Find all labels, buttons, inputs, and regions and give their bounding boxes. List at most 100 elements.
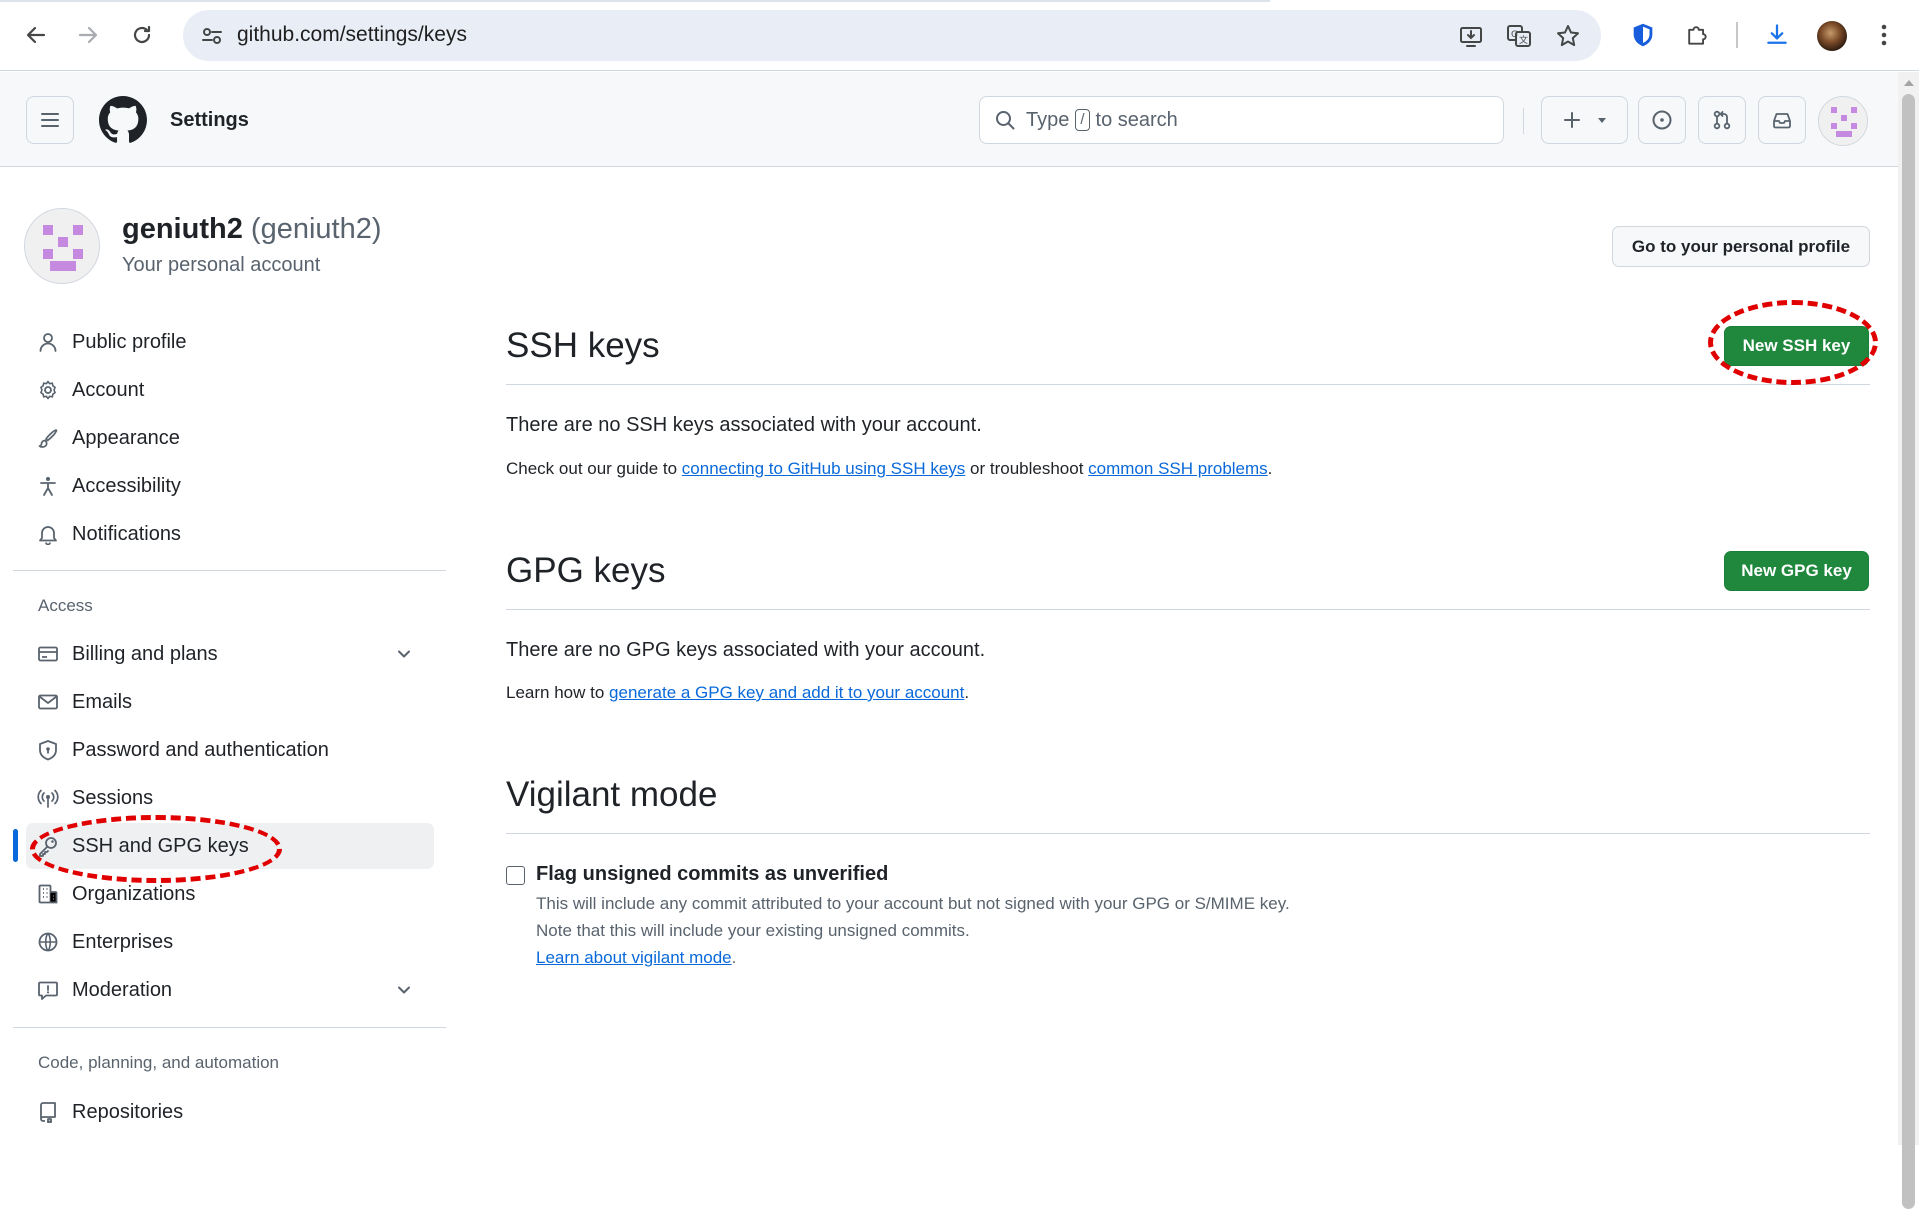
new-gpg-key-button[interactable]: New GPG key — [1724, 551, 1869, 591]
sidebar-item-label: Repositories — [72, 1100, 184, 1123]
browser-menu-icon[interactable] — [1872, 20, 1896, 50]
person-icon — [36, 330, 60, 354]
sidebar-item-enterprises[interactable]: Enterprises — [26, 919, 434, 965]
create-new-button[interactable] — [1541, 96, 1628, 144]
gear-icon — [36, 378, 60, 402]
active-item-indicator — [13, 829, 18, 862]
sidebar-item-billing[interactable]: Billing and plans — [26, 631, 434, 677]
new-ssh-key-button[interactable]: New SSH key — [1724, 326, 1869, 366]
plus-icon — [1563, 112, 1580, 128]
github-header: Settings Type / to search — [0, 72, 1898, 167]
translate-icon[interactable]: G文 — [1506, 23, 1532, 49]
forward-button[interactable] — [70, 17, 106, 53]
bookmark-star-icon[interactable] — [1555, 23, 1581, 49]
identicon-avatar — [1819, 97, 1867, 145]
shield-lock-icon — [36, 738, 60, 762]
globe-icon — [36, 930, 60, 954]
accessibility-icon — [36, 474, 60, 498]
address-bar[interactable]: github.com/settings/keys G文 — [183, 10, 1601, 61]
credit-card-icon — [36, 642, 60, 666]
github-mark-icon[interactable] — [99, 96, 147, 144]
sidebar-item-public-profile[interactable]: Public profile — [26, 319, 434, 365]
ssh-connect-guide-link[interactable]: connecting to GitHub using SSH keys — [682, 459, 965, 478]
ssh-guide-middle: or troubleshoot — [970, 459, 1084, 478]
sidebar-divider — [13, 1027, 446, 1028]
install-app-icon[interactable] — [1458, 23, 1484, 49]
vigilant-learn-suffix: . — [731, 948, 737, 967]
sidebar-item-label: Account — [72, 378, 145, 401]
search-shortcut-key: / — [1075, 109, 1090, 131]
sidebar-item-label: Public profile — [72, 330, 187, 353]
vigilant-note-1: This will include any commit attributed … — [536, 894, 1290, 913]
scrollbar-thumb[interactable] — [1902, 94, 1915, 1209]
browser-toolbar: github.com/settings/keys G文 — [0, 0, 1919, 71]
mail-icon — [36, 690, 60, 714]
toolbar-separator — [1736, 22, 1738, 48]
inbox-button[interactable] — [1758, 96, 1806, 144]
hamburger-menu-icon — [41, 113, 59, 127]
account-name: geniuth2 (geniuth2) — [122, 213, 382, 246]
section-divider — [506, 384, 1870, 385]
sidebar-item-organizations[interactable]: Organizations — [26, 871, 434, 917]
key-icon — [36, 834, 60, 858]
back-arrow-icon — [26, 26, 46, 44]
bitwarden-extension-icon[interactable] — [1628, 20, 1658, 50]
sidebar-item-emails[interactable]: Emails — [26, 679, 434, 725]
vigilant-note-2: Note that this will include your existin… — [536, 921, 970, 940]
ssh-problems-link[interactable]: common SSH problems — [1088, 459, 1268, 478]
paintbrush-icon — [36, 426, 60, 450]
gpg-empty-message: There are no GPG keys associated with yo… — [506, 639, 986, 661]
ssh-guide-suffix: . — [1267, 459, 1273, 478]
gpg-generate-guide-link[interactable]: generate a GPG key and add it to your ac… — [609, 683, 964, 702]
user-avatar-button[interactable] — [1818, 96, 1868, 146]
issues-button[interactable] — [1638, 96, 1686, 144]
open-global-nav-button[interactable] — [26, 96, 74, 144]
sidebar-item-password-authentication[interactable]: Password and authentication — [26, 727, 434, 773]
account-avatar[interactable] — [24, 208, 100, 284]
sidebar-item-label: Organizations — [72, 882, 196, 905]
back-button[interactable] — [18, 17, 54, 53]
vigilant-learn-text: Learn about vigilant mode. — [536, 948, 736, 968]
sidebar-item-ssh-gpg-keys[interactable]: SSH and GPG keys — [26, 823, 434, 869]
sidebar-item-appearance[interactable]: Appearance — [26, 415, 434, 461]
site-settings-icon[interactable] — [199, 23, 225, 49]
ssh-guide-prefix: Check out our guide to — [506, 459, 678, 478]
account-subtitle: Your personal account — [122, 254, 321, 276]
ssh-keys-heading: SSH keys — [506, 326, 660, 365]
sidebar-item-label: Password and authentication — [72, 738, 329, 761]
sidebar-item-label: Moderation — [72, 978, 173, 1001]
downloads-icon[interactable] — [1762, 20, 1792, 50]
account-login: (geniuth2) — [250, 213, 382, 245]
sidebar-item-notifications[interactable]: Notifications — [26, 511, 434, 557]
sidebar-item-account[interactable]: Account — [26, 367, 434, 413]
account-display-name[interactable]: geniuth2 — [122, 213, 243, 245]
page-context-title[interactable]: Settings — [170, 109, 249, 132]
reload-button[interactable] — [124, 17, 160, 53]
chevron-down-icon[interactable] — [394, 980, 414, 1000]
extensions-puzzle-icon[interactable] — [1682, 20, 1712, 50]
header-separator — [1523, 108, 1524, 134]
scroll-up-arrow-icon[interactable] — [1904, 80, 1914, 86]
repo-icon — [36, 1100, 60, 1124]
vigilant-mode-link[interactable]: Learn about vigilant mode — [536, 948, 732, 967]
search-input[interactable]: Type / to search — [979, 96, 1504, 144]
flag-unsigned-commits-label[interactable]: Flag unsigned commits as unverified — [536, 863, 888, 886]
browser-profile-avatar[interactable] — [1817, 21, 1847, 51]
svg-text:文: 文 — [1519, 34, 1528, 46]
sidebar-divider — [13, 570, 446, 571]
sidebar-item-label: SSH and GPG keys — [72, 834, 249, 857]
page-scrollbar[interactable] — [1898, 72, 1919, 1209]
forward-arrow-icon — [78, 26, 98, 44]
sidebar-item-repositories[interactable]: Repositories — [26, 1089, 434, 1135]
go-to-profile-button[interactable]: Go to your personal profile — [1612, 226, 1870, 267]
sidebar-item-label: Accessibility — [72, 474, 181, 497]
chevron-down-icon[interactable] — [394, 644, 414, 664]
sidebar-item-label: Emails — [72, 690, 133, 713]
pull-requests-button[interactable] — [1698, 96, 1746, 144]
sidebar-item-moderation[interactable]: Moderation — [26, 967, 434, 1013]
tab-strip-edge — [0, 0, 1270, 2]
flag-unsigned-commits-checkbox[interactable] — [506, 866, 525, 885]
sidebar-item-accessibility[interactable]: Accessibility — [26, 463, 434, 509]
ssh-empty-message: There are no SSH keys associated with yo… — [506, 414, 982, 436]
sidebar-item-sessions[interactable]: Sessions — [26, 775, 434, 821]
